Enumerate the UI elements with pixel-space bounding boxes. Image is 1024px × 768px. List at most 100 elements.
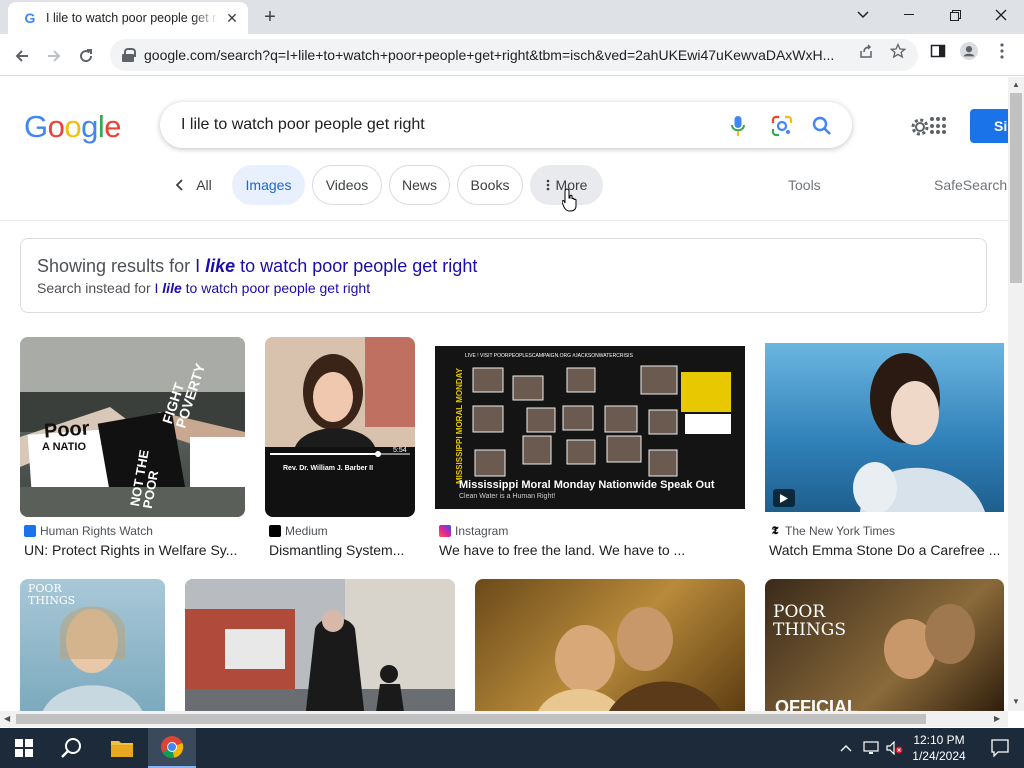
tab-news[interactable]: News (389, 165, 450, 205)
bookmark-star-icon[interactable] (889, 42, 907, 60)
search-instead-line: Search instead for I lile to watch poor … (37, 280, 970, 296)
tab-images[interactable]: Images (232, 165, 305, 205)
image-result-8[interactable]: POOR THINGS OFFICIAL (765, 579, 1004, 711)
show-hidden-icons-chevron-icon[interactable] (836, 728, 856, 768)
image-result-7[interactable] (475, 579, 745, 711)
logo-letter: o (47, 109, 65, 144)
corrected-word: like (205, 256, 236, 276)
logo-letter: G (24, 109, 48, 144)
result-source[interactable]: Instagram (439, 524, 508, 538)
google-apps-icon[interactable] (930, 117, 948, 135)
poster-official-text: OFFICIAL (775, 697, 858, 711)
horizontal-scroll-thumb[interactable] (16, 714, 926, 724)
search-filter-chips: All Images Videos News Books More Tools … (0, 165, 1008, 205)
result-thumbnail[interactable] (185, 579, 455, 711)
result-source[interactable]: 𝕿 The New York Times (769, 524, 895, 538)
image-result-1[interactable]: Poor A NATIO FIGHT POVERTY NOT THE POOR … (20, 337, 245, 562)
google-images-page: Google I lile to watch poor people get r… (0, 77, 1008, 711)
search-box[interactable]: I lile to watch poor people get right (160, 102, 852, 148)
minimize-button[interactable] (886, 0, 932, 30)
forward-button[interactable] (40, 42, 68, 70)
browser-titlebar: G I lile to watch poor people get right … (0, 0, 1024, 34)
image-result-4[interactable]: 𝕿 The New York Times Watch Emma Stone Do… (765, 337, 1004, 562)
profile-avatar-icon[interactable] (960, 42, 978, 60)
chrome-taskbar-icon[interactable] (148, 728, 196, 768)
sign-text-poor: Poor (43, 417, 91, 443)
browser-toolbar: google.com/search?q=I+lile+to+watch+poor… (0, 34, 1024, 76)
scroll-left-arrow-icon[interactable]: ◀ (4, 714, 10, 723)
taskbar-search-icon[interactable] (48, 728, 96, 768)
spelling-correction-box: Showing results for I like to watch poor… (20, 238, 987, 313)
reload-button[interactable] (72, 42, 100, 70)
scroll-right-arrow-icon[interactable]: ▶ (994, 714, 1000, 723)
header-text: LIVE ! VISIT POORPEOPLESCAMPAIGN.ORG #JA… (465, 353, 633, 359)
logo-letter: g (81, 109, 98, 144)
microphone-icon[interactable] (726, 114, 750, 138)
result-thumbnail[interactable]: LIVE ! VISIT POORPEOPLESCAMPAIGN.ORG #JA… (435, 346, 745, 509)
corrected-query-pre: I (195, 256, 201, 276)
image-result-3[interactable]: LIVE ! VISIT POORPEOPLESCAMPAIGN.ORG #JA… (435, 337, 745, 562)
vertical-scrollbar[interactable]: ▲ ▼ (1008, 77, 1024, 711)
network-icon[interactable] (860, 728, 882, 768)
close-tab-icon[interactable]: ✕ (224, 10, 240, 26)
image-result-2[interactable]: 5:54 Rev. Dr. William J. Barber II Mediu… (265, 337, 415, 562)
taskbar-clock[interactable]: 12:10 PM 1/24/2024 (904, 732, 974, 764)
scroll-up-arrow-icon[interactable]: ▲ (1012, 80, 1020, 89)
result-title[interactable]: Watch Emma Stone Do a Carefree ... (769, 542, 1004, 558)
original-query-pre: I (154, 280, 159, 296)
hand-cursor-icon (561, 188, 578, 212)
result-title[interactable]: Dismantling System... (269, 542, 415, 558)
file-explorer-icon[interactable] (98, 728, 146, 768)
volume-muted-icon[interactable] (884, 728, 906, 768)
tools-button[interactable]: Tools (788, 165, 821, 205)
result-thumbnail[interactable]: POOR THINGS (20, 579, 165, 711)
address-bar[interactable]: google.com/search?q=I+lile+to+watch+poor… (110, 39, 918, 71)
back-button[interactable] (8, 42, 36, 70)
share-icon[interactable] (857, 42, 875, 60)
result-title[interactable]: UN: Protect Rights in Welfare Sy... (24, 542, 244, 558)
original-query-link[interactable]: I lile to watch poor people get right (155, 280, 371, 296)
tab-search-chevron-icon[interactable] (840, 0, 886, 30)
chevron-left-icon (176, 179, 183, 191)
tab-books[interactable]: Books (457, 165, 523, 205)
clock-date: 1/24/2024 (912, 749, 966, 763)
safesearch-button[interactable]: SafeSearch (934, 165, 1007, 205)
result-title[interactable]: We have to free the land. We have to ... (439, 542, 745, 558)
side-panel-icon[interactable] (929, 42, 947, 60)
image-result-6[interactable] (185, 579, 455, 711)
result-thumbnail[interactable] (765, 343, 1004, 512)
result-source[interactable]: Human Rights Watch (24, 524, 153, 538)
play-icon[interactable] (773, 489, 795, 507)
scroll-down-arrow-icon[interactable]: ▼ (1012, 697, 1020, 706)
notifications-icon[interactable] (976, 728, 1024, 768)
image-result-5[interactable]: POOR THINGS (20, 579, 165, 711)
result-thumbnail[interactable]: Poor A NATIO FIGHT POVERTY NOT THE POOR (20, 337, 245, 517)
search-input[interactable]: I lile to watch poor people get right (181, 116, 852, 134)
new-tab-button[interactable]: + (256, 6, 284, 28)
header-divider (0, 220, 1008, 221)
source-favicon-icon (269, 525, 281, 537)
horizontal-scrollbar[interactable]: ◀ ▶ (0, 711, 1008, 727)
poster-title-text: POOR THINGS (773, 602, 846, 640)
corrected-query-link[interactable]: I like to watch poor people get right (195, 256, 477, 276)
more-vert-icon (546, 179, 549, 191)
sub-caption-text: Clean Water is a Human Right! (459, 493, 556, 500)
result-thumbnail[interactable]: POOR THINGS OFFICIAL (765, 579, 1004, 711)
result-thumbnail[interactable] (475, 579, 745, 711)
settings-gear-icon[interactable] (908, 115, 932, 139)
close-window-button[interactable] (978, 0, 1024, 30)
restore-button[interactable] (932, 0, 978, 30)
vertical-scroll-thumb[interactable] (1010, 93, 1022, 283)
windows-start-icon[interactable] (0, 728, 48, 768)
tab-videos[interactable]: Videos (312, 165, 382, 205)
browser-menu-icon[interactable] (993, 42, 1011, 60)
google-lens-icon[interactable] (770, 114, 794, 138)
tab-all[interactable]: All (168, 165, 220, 205)
google-logo[interactable]: Google (24, 109, 122, 145)
browser-tab-active[interactable]: G I lile to watch poor people get right … (8, 2, 248, 34)
search-icon[interactable] (810, 114, 834, 138)
result-thumbnail[interactable]: 5:54 Rev. Dr. William J. Barber II (265, 337, 415, 517)
result-source[interactable]: Medium (269, 524, 328, 538)
sign-in-button[interactable]: Si (970, 109, 1008, 143)
clock-time: 12:10 PM (913, 733, 965, 747)
